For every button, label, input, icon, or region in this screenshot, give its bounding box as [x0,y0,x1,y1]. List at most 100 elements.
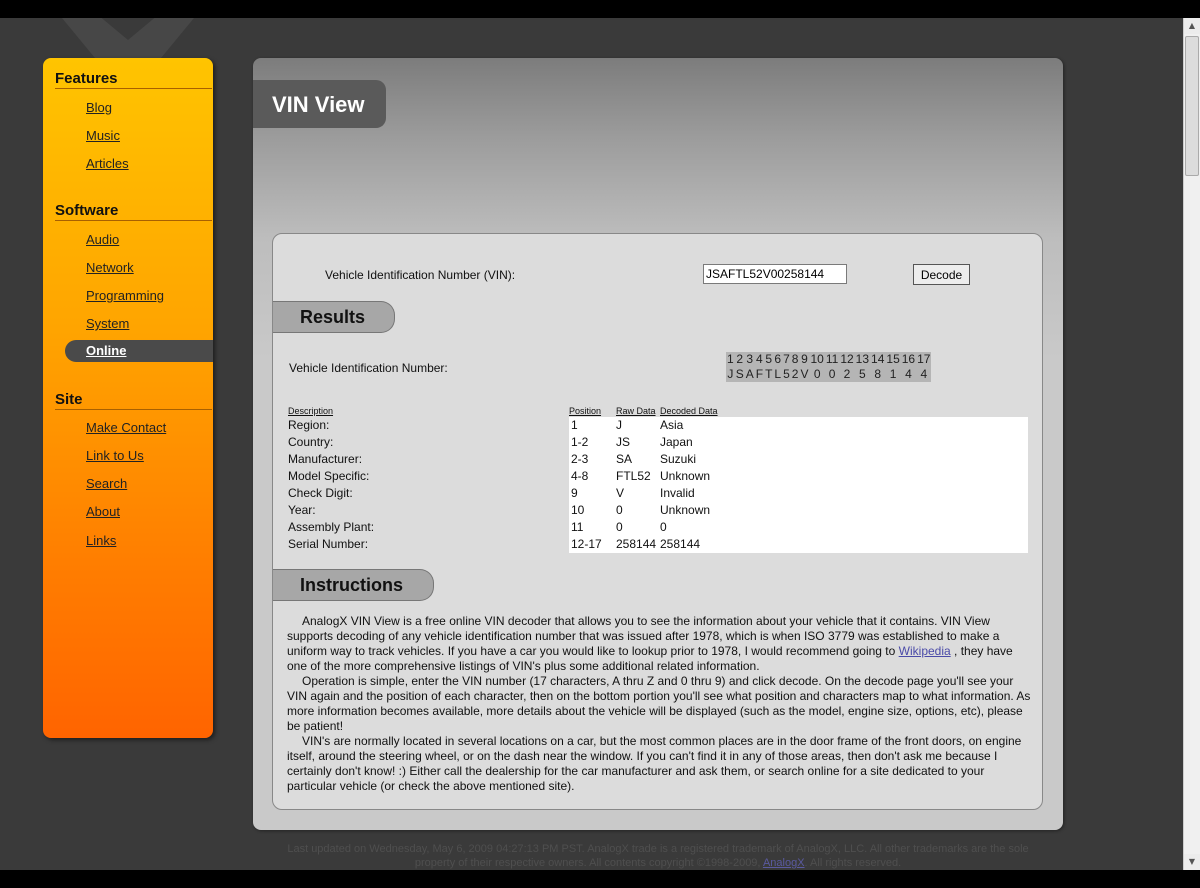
sidebar-link-articles[interactable]: Articles [86,156,129,171]
row-description: Assembly Plant: [288,520,375,534]
vertical-scrollbar[interactable]: ▲ ▼ [1183,18,1200,870]
sidebar-link-search[interactable]: Search [86,476,127,491]
vin-position: 2 [736,352,744,366]
vin-char: 2 [791,367,799,381]
row-position: 1-2 [569,434,616,451]
sidebar-section-title-software: Software [55,202,212,221]
row-decoded-data: Asia [660,417,1028,434]
column-header-raw-data: Raw Data [616,405,656,416]
footer-line-2: property of their respective owners. All… [414,857,902,869]
vin-char: S [735,367,744,381]
vin-char: L [774,367,782,381]
vin-char: F [755,367,764,381]
vin-position: 6 [774,352,782,366]
decoded-data-table: Description Position Raw Data Decoded Da… [288,404,1028,553]
vin-position: 1 [727,352,734,366]
table-row: Check Digit: 9 V Invalid [288,485,1028,502]
table-row: Country: 1-2 JS Japan [288,434,1028,451]
vin-char: 5 [859,367,866,381]
row-raw-data: JS [616,434,660,451]
row-raw-data: J [616,417,660,434]
vin-char: 5 [783,367,790,381]
vin-position: 3 [746,352,754,366]
sidebar-link-links[interactable]: Links [86,533,116,548]
instructions-heading-tab: Instructions [273,569,434,601]
row-description: Manufacturer: [288,452,363,466]
vin-character-grid: 1 2 3 4 5 6 7 8 9 10 11 12 13 14 15 16 1… [726,352,932,382]
sidebar-section-title-site: Site [55,391,212,410]
vin-char: T [765,367,773,381]
sidebar-link-system[interactable]: System [86,316,129,331]
row-raw-data: 0 [616,502,660,519]
page-title-tab: VIN View [253,80,386,128]
scroll-up-arrow-icon[interactable]: ▲ [1184,18,1200,34]
row-decoded-data: Unknown [660,502,1028,519]
table-row: Manufacturer: 2-3 SA Suzuki [288,451,1028,468]
table-header-row: Description Position Raw Data Decoded Da… [288,404,1028,417]
row-description: Year: [288,503,316,517]
sidebar-link-network[interactable]: Network [86,260,134,275]
vin-char: 4 [920,367,928,381]
sidebar-link-online[interactable]: Online [86,343,126,358]
column-header-decoded-data: Decoded Data [660,405,718,416]
vin-char: 4 [905,367,912,381]
row-raw-data: V [616,485,660,502]
vin-position: 14 [871,352,885,366]
sidebar-link-about[interactable]: About [86,504,120,519]
sidebar-link-programming[interactable]: Programming [86,288,164,303]
row-description: Check Digit: [288,486,353,500]
vin-char: 1 [889,367,897,381]
vin-position: 8 [791,352,799,366]
vin-char: J [727,367,734,381]
results-heading-tab: Results [273,301,395,333]
vin-position: 15 [886,352,900,366]
instructions-paragraph-3: VIN's are normally located in several lo… [287,734,1022,793]
vin-position: 9 [801,352,808,366]
sidebar-link-blog[interactable]: Blog [86,100,112,115]
scroll-down-arrow-icon[interactable]: ▼ [1184,854,1200,870]
vin-position: 13 [855,352,870,366]
row-decoded-data: Invalid [660,485,1028,502]
page-title: VIN View [272,92,365,117]
vin-input-label: Vehicle Identification Number (VIN): [325,268,516,282]
results-heading: Results [300,307,366,327]
row-raw-data: FTL52 [616,468,660,485]
table-row: Year: 10 0 Unknown [288,502,1028,519]
vin-number-label: Vehicle Identification Number: [289,361,448,375]
instructions-paragraph-2: Operation is simple, enter the VIN numbe… [287,674,1031,733]
row-position: 12-17 [569,536,616,553]
sidebar-link-make-contact[interactable]: Make Contact [86,420,166,435]
sidebar-item-online-active[interactable]: Online [65,340,213,362]
vin-position-row: 1 2 3 4 5 6 7 8 9 10 11 12 13 14 15 16 1… [726,352,931,367]
vin-char: 0 [813,367,821,381]
vin-position: 11 [825,352,839,366]
vin-position: 10 [810,352,824,366]
scrollbar-thumb[interactable] [1185,36,1199,176]
sidebar-section-title-features: Features [55,70,212,89]
sidebar-link-audio[interactable]: Audio [86,232,119,247]
vin-char-row: J S A F T L 5 2 V 0 0 2 5 8 1 4 4 [726,367,931,382]
row-raw-data: 0 [616,519,660,536]
bottom-black-bar [0,870,1200,888]
sidebar-link-music[interactable]: Music [86,128,120,143]
vin-char: 8 [874,367,882,381]
analogx-link[interactable]: AnalogX [763,857,805,869]
vin-input[interactable] [703,264,847,284]
decode-button[interactable]: Decode [913,264,970,285]
row-raw-data: SA [616,451,660,468]
vin-position: 16 [901,352,916,366]
row-description: Model Specific: [288,469,370,483]
vin-position: 17 [917,352,931,366]
table-row: Model Specific: 4-8 FTL52 Unknown [288,468,1028,485]
sidebar-link-link-to-us[interactable]: Link to Us [86,448,144,463]
row-decoded-data: Suzuki [660,451,1028,468]
header-ornament [62,18,194,58]
vin-char: 2 [843,367,851,381]
row-description: Serial Number: [288,537,369,551]
row-decoded-data: 258144 [660,536,1028,553]
vin-position: 5 [765,352,773,366]
wikipedia-link[interactable]: Wikipedia [899,644,951,658]
vin-position: 4 [756,352,763,366]
instructions-heading: Instructions [300,575,404,595]
vin-position: 12 [840,352,854,366]
